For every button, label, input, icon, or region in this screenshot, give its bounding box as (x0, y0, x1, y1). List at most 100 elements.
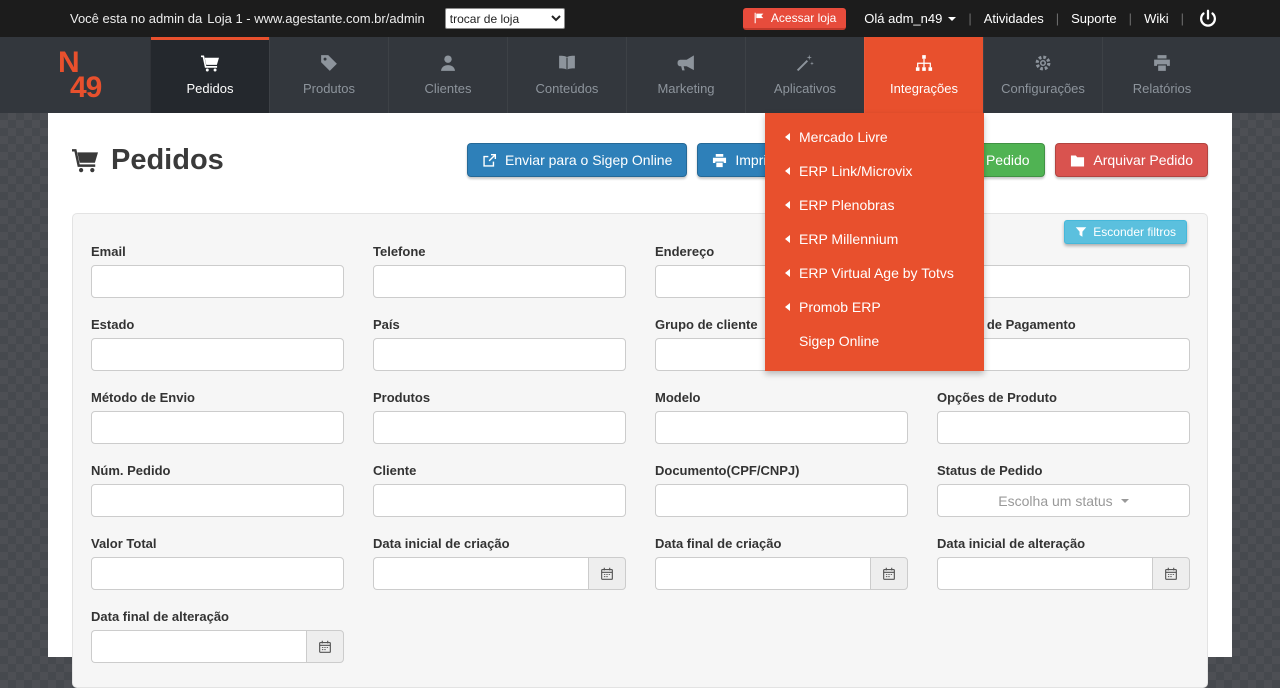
integration-item-label: ERP Virtual Age by Totvs (799, 265, 954, 281)
filter-label: Núm. Pedido (91, 463, 344, 478)
nav-item-integracoes[interactable]: Integrações (864, 37, 983, 113)
filter-input-data-final-de-alteracao[interactable] (91, 630, 306, 663)
filter-label: Opções de Produto (937, 390, 1190, 405)
calendar-addon[interactable] (306, 630, 344, 663)
link-suporte[interactable]: Suporte (1071, 11, 1117, 26)
filter-control: Escolha um status (937, 484, 1190, 517)
cart-icon (201, 54, 219, 72)
filter-field-num-pedido: Núm. Pedido (91, 463, 344, 517)
sitemap-icon (915, 54, 933, 72)
admin-location-text: Você esta no admin da Loja 1 - www.agesta… (70, 11, 425, 26)
nav-item-configuracoes[interactable]: Configurações (983, 37, 1102, 113)
calendar-icon (882, 567, 896, 581)
store-url: Loja 1 - www.agestante.com.br/admin (207, 11, 425, 26)
filter-control (91, 265, 344, 298)
link-wiki[interactable]: Wiki (1144, 11, 1169, 26)
filter-field-status-de-pedido: Status de Pedido Escolha um status (937, 463, 1190, 517)
archive-order-button[interactable]: Arquivar Pedido (1055, 143, 1208, 177)
filter-control (91, 630, 344, 663)
nav-item-aplicativos[interactable]: Aplicativos (745, 37, 864, 113)
filter-input-pais[interactable] (373, 338, 626, 371)
user-menu[interactable]: Olá adm_n49 (864, 11, 956, 26)
filter-control (91, 338, 344, 371)
filter-control (91, 557, 344, 590)
filter-control (373, 411, 626, 444)
hide-filters-button[interactable]: Esconder filtros (1064, 220, 1187, 244)
filter-input-num-pedido[interactable] (91, 484, 344, 517)
filter-label: Valor Total (91, 536, 344, 551)
filter-field-documento-cpf-cnpj: Documento(CPF/CNPJ) (655, 463, 908, 517)
filter-label: Estado (91, 317, 344, 332)
nav-item-relatorios[interactable]: Relatórios (1102, 37, 1221, 113)
filter-control (655, 484, 908, 517)
store-select[interactable]: trocar de loja (445, 8, 565, 29)
print-icon (712, 153, 727, 168)
status-select[interactable]: Escolha um status (937, 484, 1190, 517)
nav-item-clientes[interactable]: Clientes (388, 37, 507, 113)
integration-item-mercado-livre[interactable]: Mercado Livre (765, 120, 984, 154)
integration-item-erp-virtual-age-by-totvs[interactable]: ERP Virtual Age by Totvs (765, 256, 984, 290)
filter-grid: Email Telefone Endereço Estado País Grup… (91, 244, 1189, 663)
integration-item-promob-erp[interactable]: Promob ERP (765, 290, 984, 324)
filter-input-documento-cpf-cnpj[interactable] (655, 484, 908, 517)
status-placeholder: Escolha um status (998, 493, 1112, 509)
topbar-right: Acessar loja Olá adm_n49 | Atividades | … (743, 8, 1280, 30)
nav-item-conteudos[interactable]: Conteúdos (507, 37, 626, 113)
filter-control (373, 484, 626, 517)
filter-field-pais: País (373, 317, 626, 371)
calendar-addon[interactable] (1152, 557, 1190, 590)
filter-field-valor-total: Valor Total (91, 536, 344, 590)
page-title: Pedidos (72, 144, 224, 177)
filter-label: Cliente (373, 463, 626, 478)
integration-item-erp-millennium[interactable]: ERP Millennium (765, 222, 984, 256)
nav-item-pedidos[interactable]: Pedidos (150, 37, 269, 113)
nav-items: Pedidos Produtos Clientes Conteúdos Mark… (150, 37, 1221, 113)
calendar-icon (600, 567, 614, 581)
integration-item-erp-plenobras[interactable]: ERP Plenobras (765, 188, 984, 222)
filter-field-data-inicial-de-alteracao: Data inicial de alteração (937, 536, 1190, 590)
filter-field-telefone: Telefone (373, 244, 626, 298)
filter-input-data-inicial-de-criacao[interactable] (373, 557, 588, 590)
filter-input-cliente[interactable] (373, 484, 626, 517)
filter-control (655, 557, 908, 590)
filter-input-estado[interactable] (91, 338, 344, 371)
caret-left-icon (785, 201, 790, 209)
filter-input-produtos[interactable] (373, 411, 626, 444)
nav-item-label: Pedidos (187, 81, 234, 96)
access-store-label: Acessar loja (771, 11, 836, 25)
filter-input-telefone[interactable] (373, 265, 626, 298)
nav-item-label: Relatórios (1133, 81, 1192, 96)
tag-icon (320, 54, 338, 72)
filter-input-opcoes-de-produto[interactable] (937, 411, 1190, 444)
filter-input-valor-total[interactable] (91, 557, 344, 590)
filter-input-modelo[interactable] (655, 411, 908, 444)
megaphone-icon (677, 54, 695, 72)
send-sigep-button[interactable]: Enviar para o Sigep Online (467, 143, 687, 177)
n49-logo[interactable]: N 49 (48, 37, 150, 113)
nav-item-label: Clientes (425, 81, 472, 96)
caret-left-icon (785, 235, 790, 243)
calendar-addon[interactable] (870, 557, 908, 590)
access-store-button[interactable]: Acessar loja (743, 8, 846, 30)
integration-item-erp-link-microvix[interactable]: ERP Link/Microvix (765, 154, 984, 188)
print-icon (1153, 54, 1171, 72)
caret-left-icon (785, 303, 790, 311)
calendar-addon[interactable] (588, 557, 626, 590)
power-icon[interactable] (1198, 9, 1218, 29)
calendar-icon (318, 640, 332, 654)
filter-input-metodo-de-envio[interactable] (91, 411, 344, 444)
link-atividades[interactable]: Atividades (984, 11, 1044, 26)
filter-input-email[interactable] (91, 265, 344, 298)
nav-item-produtos[interactable]: Produtos (269, 37, 388, 113)
filter-input-data-inicial-de-alteracao[interactable] (937, 557, 1152, 590)
filter-field-data-inicial-de-criacao: Data inicial de criação (373, 536, 626, 590)
admin-prefix: Você esta no admin da (70, 11, 202, 26)
caret-down-icon (1121, 499, 1129, 503)
nav-item-marketing[interactable]: Marketing (626, 37, 745, 113)
page-content: Pedidos Enviar para o Sigep Online Impri… (48, 113, 1232, 657)
magic-icon (796, 54, 814, 72)
page-header: Pedidos Enviar para o Sigep Online Impri… (48, 143, 1232, 177)
filter-input-data-final-de-criacao[interactable] (655, 557, 870, 590)
filter-control (91, 484, 344, 517)
integration-item-sigep-online[interactable]: Sigep Online (765, 324, 984, 358)
